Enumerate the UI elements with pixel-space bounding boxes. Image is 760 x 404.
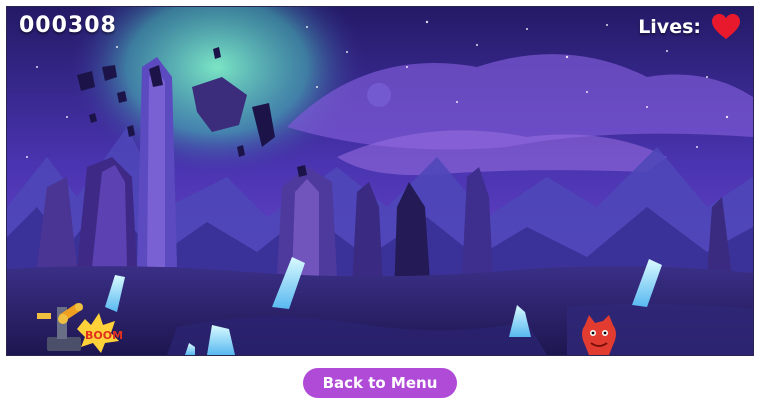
game-scene: BOOM	[7, 7, 753, 355]
game-canvas[interactable]: BOOM 000308 Lives:	[6, 6, 754, 356]
back-to-menu-button[interactable]: Back to Menu	[303, 368, 457, 398]
heart-icon	[712, 13, 740, 40]
lives-label: Lives:	[638, 16, 701, 38]
boom-text: BOOM	[85, 329, 123, 342]
lives-display: Lives:	[638, 13, 741, 41]
score-counter: 000308	[19, 13, 117, 38]
